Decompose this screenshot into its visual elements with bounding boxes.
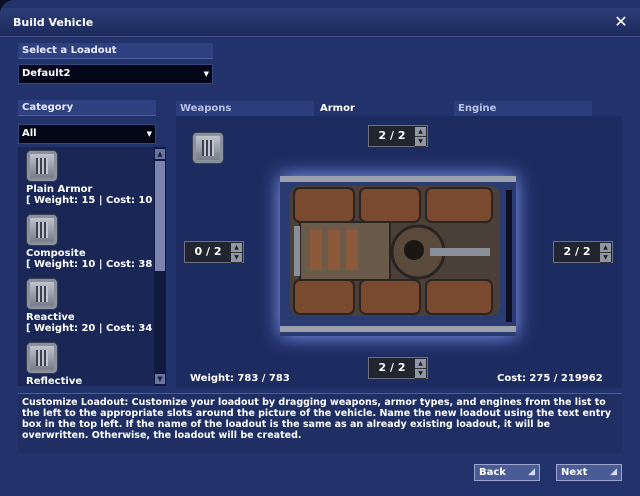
loadout-header: Select a Loadout <box>18 43 213 59</box>
arrow-down-icon: ▼ <box>415 137 426 147</box>
chevron-down-icon: ▼ <box>203 70 209 78</box>
arrow-up-icon: ▲ <box>600 243 611 253</box>
arrow-down-icon: ▼ <box>600 253 611 263</box>
slot-left[interactable]: 0 / 2 ▲ ▼ <box>184 241 244 263</box>
window-title: Build Vehicle <box>13 16 94 29</box>
tab-armor[interactable]: Armor <box>316 101 452 116</box>
loadout-selected-value: Default2 <box>22 68 71 79</box>
arrow-down-icon: ▼ <box>231 253 242 263</box>
close-icon[interactable]: ✕ <box>612 13 630 31</box>
slot-top-value: 2 / 2 <box>378 129 406 142</box>
slot-left-spinner[interactable]: ▲ ▼ <box>231 243 242 263</box>
item-name: Reactive <box>26 312 75 323</box>
cost-total: Cost: 275 / 219962 <box>497 373 603 384</box>
arrow-down-icon: ▼ <box>415 369 426 379</box>
back-label: Back <box>479 467 506 478</box>
next-label: Next <box>561 467 588 478</box>
tank-drawing <box>280 176 516 332</box>
title-bar[interactable]: Build Vehicle ✕ <box>0 8 640 37</box>
category-list[interactable]: Plain Armor [ Weight: 15 | Cost: 10 ] Co… <box>18 147 166 386</box>
chevron-down-icon: ▼ <box>146 130 152 138</box>
slot-right-value: 2 / 2 <box>563 245 591 258</box>
slot-bottom[interactable]: 2 / 2 ▲ ▼ <box>368 357 428 379</box>
category-dropdown[interactable]: All ▼ <box>18 124 156 144</box>
arrow-up-icon: ▲ <box>231 243 242 253</box>
slot-top-spinner[interactable]: ▲ ▼ <box>415 127 426 147</box>
slot-item-icon[interactable] <box>192 132 224 164</box>
slot-top[interactable]: 2 / 2 ▲ ▼ <box>368 125 428 147</box>
item-stats: [ Weight: 10 | Cost: 38 ] <box>26 259 161 270</box>
scroll-down-icon[interactable]: ▼ <box>155 374 165 384</box>
category-selected-value: All <box>22 128 37 139</box>
slot-right-spinner[interactable]: ▲ ▼ <box>600 243 611 263</box>
chevron-icon: ◢ <box>610 467 617 477</box>
slot-left-value: 0 / 2 <box>194 245 222 258</box>
description-text: Customize Loadout: Customize your loadou… <box>18 393 622 453</box>
armor-icon[interactable] <box>26 278 58 310</box>
vehicle-image <box>280 176 516 336</box>
chevron-icon: ◢ <box>528 467 535 477</box>
tab-engine[interactable]: Engine <box>454 101 592 116</box>
tab-weapons[interactable]: Weapons <box>176 101 314 116</box>
armor-icon[interactable] <box>26 214 58 246</box>
back-button[interactable]: Back ◢ <box>474 464 540 481</box>
arrow-up-icon: ▲ <box>415 127 426 137</box>
arrow-up-icon: ▲ <box>415 359 426 369</box>
list-scrollbar[interactable]: ▲ ▼ <box>154 147 166 386</box>
item-name: Composite <box>26 248 86 259</box>
category-header: Category <box>18 100 156 116</box>
item-stats: [ Weight: 15 | Cost: 10 ] <box>26 195 161 206</box>
weight-total: Weight: 783 / 783 <box>190 373 290 384</box>
item-name: Plain Armor <box>26 184 93 195</box>
scroll-up-icon[interactable]: ▲ <box>155 149 165 159</box>
armor-icon[interactable] <box>26 342 58 374</box>
scroll-thumb[interactable] <box>155 161 165 271</box>
slot-bottom-spinner[interactable]: ▲ ▼ <box>415 359 426 379</box>
next-button[interactable]: Next ◢ <box>556 464 622 481</box>
slot-bottom-value: 2 / 2 <box>378 361 406 374</box>
armor-icon[interactable] <box>26 150 58 182</box>
slot-right[interactable]: 2 / 2 ▲ ▼ <box>553 241 613 263</box>
loadout-dropdown[interactable]: Default2 ▼ <box>18 64 213 84</box>
item-stats: [ Weight: 20 | Cost: 34 ] <box>26 323 161 334</box>
item-name: Reflective <box>26 376 83 386</box>
